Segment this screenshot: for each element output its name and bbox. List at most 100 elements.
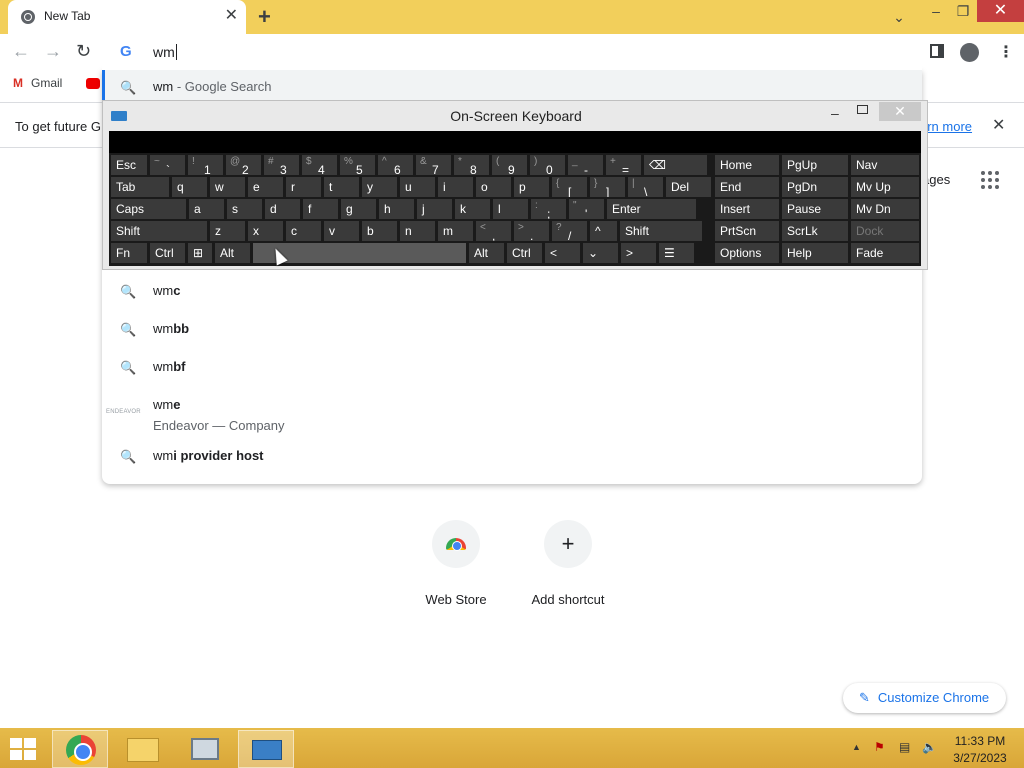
google-apps-icon[interactable] (981, 171, 999, 189)
osk-key-mv-dn[interactable]: Mv Dn (851, 199, 919, 219)
volume-icon[interactable]: 🔈 (922, 740, 937, 755)
osk-key-k2-8[interactable]: k (455, 199, 490, 219)
window-minimize-button[interactable]: – (922, 0, 950, 22)
osk-key-pgdn[interactable]: PgDn (782, 177, 848, 197)
suggestion-wmbb[interactable]: 🔍 wmbb (102, 312, 922, 348)
osk-key-help[interactable]: Help (782, 243, 848, 263)
osk-key-k3-2[interactable]: x (248, 221, 283, 241)
shortcut-add[interactable]: + Add shortcut (513, 520, 623, 607)
osk-key-insert[interactable]: Insert (715, 199, 779, 219)
new-tab-button[interactable]: + (258, 4, 271, 30)
osk-key-k1-11[interactable]: {[ (552, 177, 587, 197)
osk-key-options[interactable]: Options (715, 243, 779, 263)
osk-key-k1-0[interactable]: Tab (111, 177, 169, 197)
osk-key-dock[interactable]: Dock (851, 221, 919, 241)
forward-button[interactable]: → (44, 41, 62, 62)
osk-close-button[interactable]: ✕ (879, 102, 921, 121)
osk-key-k2-11[interactable]: " ' (569, 199, 604, 219)
osk-key-k3-4[interactable]: v (324, 221, 359, 241)
osk-key-k1-7[interactable]: u (400, 177, 435, 197)
osk-key-k1-14[interactable]: Del (666, 177, 711, 197)
osk-key-k1-1[interactable]: q (172, 177, 207, 197)
osk-key-k4-3[interactable]: Alt (215, 243, 250, 263)
osk-key-k1-12[interactable]: }] (590, 177, 625, 197)
taskbar-chrome-icon[interactable] (52, 730, 108, 768)
customize-chrome-button[interactable]: ✎ Customize Chrome (843, 683, 1006, 713)
suggestion-wmbf[interactable]: 🔍 wmbf (102, 350, 922, 386)
osk-key-k0-8[interactable]: & 7 (416, 155, 451, 175)
osk-key-mv-up[interactable]: Mv Up (851, 177, 919, 197)
osk-key-k3-3[interactable]: c (286, 221, 321, 241)
osk-maximize-button[interactable] (857, 105, 868, 114)
osk-key-k1-6[interactable]: y (362, 177, 397, 197)
osk-key-k2-10[interactable]: :; (531, 199, 566, 219)
tab-new-tab[interactable]: New Tab ✕ (8, 0, 246, 34)
osk-key-k0-6[interactable]: % 5 (340, 155, 375, 175)
osk-key-k1-13[interactable]: | \ (628, 177, 663, 197)
osk-key-k4-9[interactable]: > (621, 243, 656, 263)
osk-key-pause[interactable]: Pause (782, 199, 848, 219)
osk-key-k2-7[interactable]: j (417, 199, 452, 219)
profile-avatar-icon[interactable] (960, 43, 979, 62)
osk-key-scrlk[interactable]: ScrLk (782, 221, 848, 241)
osk-key-k3-5[interactable]: b (362, 221, 397, 241)
osk-key-k2-9[interactable]: l (493, 199, 528, 219)
osk-key-k3-1[interactable]: z (210, 221, 245, 241)
osk-key-k1-4[interactable]: r (286, 177, 321, 197)
osk-key-k0-13[interactable]: + = (606, 155, 641, 175)
osk-key-k3-12[interactable]: Shift (620, 221, 702, 241)
osk-key-k0-9[interactable]: * 8 (454, 155, 489, 175)
youtube-bookmark-icon[interactable] (86, 78, 100, 89)
info-bar-close-icon[interactable]: ✕ (992, 115, 1005, 135)
chrome-menu-icon[interactable]: ⋮ (998, 42, 1014, 62)
suggestion-wmi-provider-host[interactable]: 🔍 wmi provider host (102, 439, 922, 475)
tab-close-icon[interactable]: ✕ (225, 8, 238, 24)
osk-key-k2-4[interactable]: f (303, 199, 338, 219)
osk-key-k2-12[interactable]: Enter (607, 199, 696, 219)
osk-key-k3-11[interactable]: ^ (590, 221, 617, 241)
osk-key-k4-8[interactable]: ⌄ (583, 243, 618, 263)
suggestion-wmc[interactable]: 🔍 wmc (102, 274, 922, 310)
osk-key-k3-7[interactable]: m (438, 221, 473, 241)
osk-key-home[interactable]: Home (715, 155, 779, 175)
osk-key-k3-8[interactable]: <, (476, 221, 511, 241)
clock-date[interactable]: 3/27/2023 (940, 751, 1020, 765)
osk-key-k1-5[interactable]: t (324, 177, 359, 197)
clock-time[interactable]: 11:33 PM (940, 734, 1020, 748)
osk-key-k4-2[interactable]: ⊞ (188, 243, 212, 263)
taskbar-performance-monitor-icon[interactable] (177, 730, 233, 768)
start-button-icon[interactable] (10, 738, 38, 760)
taskbar-file-explorer-icon[interactable] (115, 730, 171, 768)
osk-key-fade[interactable]: Fade (851, 243, 919, 263)
osk-key-k2-5[interactable]: g (341, 199, 376, 219)
osk-key-k1-2[interactable]: w (210, 177, 245, 197)
shortcut-web-store[interactable]: Web Store (401, 520, 511, 607)
window-close-button[interactable]: ✕ (977, 0, 1024, 22)
osk-key-end[interactable]: End (715, 177, 779, 197)
osk-key-prtscn[interactable]: PrtScn (715, 221, 779, 241)
bookmark-gmail[interactable]: M Gmail (13, 76, 62, 90)
osk-key-k0-0[interactable]: Esc (111, 155, 147, 175)
osk-key-k0-2[interactable]: ! 1 (188, 155, 223, 175)
osk-key-k4-7[interactable]: < (545, 243, 580, 263)
osk-key-k1-10[interactable]: p (514, 177, 549, 197)
osk-key-k1-8[interactable]: i (438, 177, 473, 197)
osk-key-k2-2[interactable]: s (227, 199, 262, 219)
osk-key-k2-1[interactable]: a (189, 199, 224, 219)
osk-key-k3-6[interactable]: n (400, 221, 435, 241)
osk-key-k0-7[interactable]: ^ 6 (378, 155, 413, 175)
osk-key-k2-0[interactable]: Caps (111, 199, 186, 219)
osk-key-k4-1[interactable]: Ctrl (150, 243, 185, 263)
osk-key-k4-0[interactable]: Fn (111, 243, 147, 263)
osk-key-k3-10[interactable]: ? / (552, 221, 587, 241)
osk-key-pgup[interactable]: PgUp (782, 155, 848, 175)
osk-key-k2-6[interactable]: h (379, 199, 414, 219)
osk-key-k0-1[interactable]: ~ ` (150, 155, 185, 175)
reload-button[interactable]: ↻ (76, 41, 91, 62)
suggestion-wme-entity[interactable]: ENDEAVOR wme Endeavor — Company (102, 392, 922, 436)
taskbar-on-screen-keyboard-icon[interactable] (238, 730, 294, 768)
osk-key-k0-11[interactable]: ) 0 (530, 155, 565, 175)
osk-key-k2-3[interactable]: d (265, 199, 300, 219)
window-restore-button[interactable]: ❐ (950, 0, 976, 22)
osk-minimize-button[interactable]: – (831, 105, 839, 121)
